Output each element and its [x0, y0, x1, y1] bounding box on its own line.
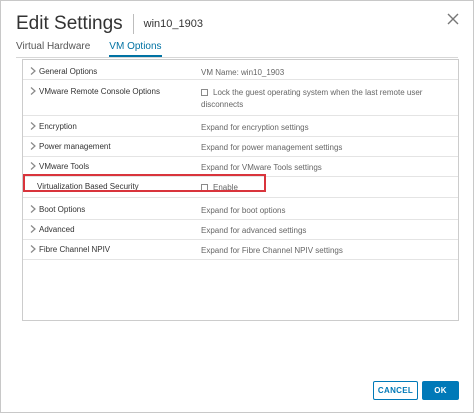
vbs-highlight-box	[23, 174, 266, 192]
dialog-header: Edit Settings win10_1903	[16, 11, 203, 37]
row-label: VMware Remote Console Options	[39, 87, 160, 96]
tab-virtual-hardware[interactable]: Virtual Hardware	[16, 41, 90, 57]
row-label: Fibre Channel NPIV	[39, 245, 111, 254]
row-value: Expand for VMware Tools settings	[201, 163, 322, 172]
row-divider	[23, 115, 458, 116]
row-value: Expand for power management settings	[201, 143, 343, 152]
row-divider	[23, 259, 458, 260]
chevron-right-icon[interactable]	[29, 204, 37, 214]
row-power-management[interactable]: Power management Expand for power manage…	[23, 137, 458, 157]
chevron-right-icon[interactable]	[29, 141, 37, 151]
title-separator	[132, 14, 134, 34]
row-label: Boot Options	[39, 205, 86, 214]
lock-guest-os-checkbox[interactable]	[201, 89, 208, 96]
row-value: VM Name: win10_1903	[201, 68, 285, 77]
tab-vm-options[interactable]: VM Options	[109, 41, 162, 57]
close-icon[interactable]	[445, 11, 461, 27]
row-encryption[interactable]: Encryption Expand for encryption setting…	[23, 117, 458, 137]
chevron-right-icon[interactable]	[29, 161, 37, 171]
ok-button[interactable]: OK	[422, 381, 459, 400]
lock-guest-os-label: Lock the guest operating system when the…	[213, 88, 423, 97]
chevron-right-icon[interactable]	[29, 66, 37, 76]
tab-bar: Virtual Hardware VM Options	[16, 41, 458, 57]
dialog-title: Edit Settings	[16, 13, 123, 34]
row-value: Expand for encryption settings	[201, 123, 309, 132]
row-label: General Options	[39, 67, 98, 76]
row-value: Expand for boot options	[201, 206, 286, 215]
chevron-right-icon[interactable]	[29, 86, 37, 96]
row-divider	[23, 79, 458, 80]
chevron-right-icon[interactable]	[29, 224, 37, 234]
row-value: Expand for Fibre Channel NPIV settings	[201, 246, 343, 255]
row-boot-options[interactable]: Boot Options Expand for boot options	[23, 200, 458, 220]
cancel-button[interactable]: CANCEL	[373, 381, 418, 400]
row-value: Expand for advanced settings	[201, 226, 307, 235]
row-fibre-channel-npiv[interactable]: Fibre Channel NPIV Expand for Fibre Chan…	[23, 240, 458, 260]
chevron-right-icon[interactable]	[29, 121, 37, 131]
row-label: Advanced	[39, 225, 75, 234]
row-divider	[23, 197, 458, 198]
chevron-right-icon[interactable]	[29, 244, 37, 254]
tabs-divider	[16, 57, 458, 58]
row-label: Power management	[39, 142, 111, 151]
row-label: Encryption	[39, 122, 77, 131]
row-remote-console-options[interactable]: VMware Remote Console Options Lock the g…	[23, 82, 458, 112]
row-label: VMware Tools	[39, 162, 90, 171]
lock-guest-os-label-cont: disconnects	[201, 100, 244, 109]
row-advanced[interactable]: Advanced Expand for advanced settings	[23, 220, 458, 240]
row-value: Lock the guest operating system when the…	[201, 87, 422, 111]
vm-name: win10_1903	[143, 18, 204, 30]
edit-settings-dialog: Edit Settings win10_1903 Virtual Hardwar…	[0, 0, 474, 413]
